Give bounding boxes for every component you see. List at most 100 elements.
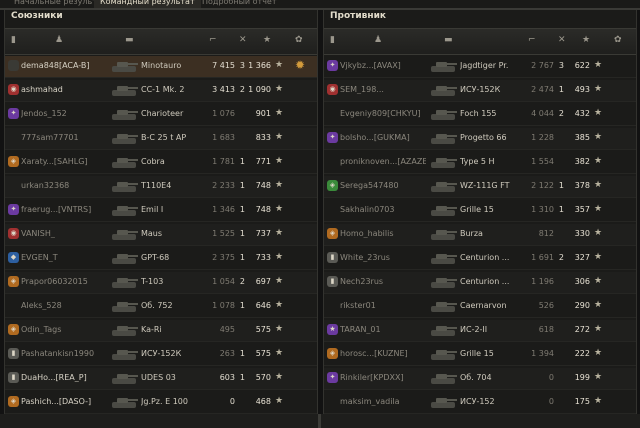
tank-icon <box>112 302 138 312</box>
player-row[interactable]: ◈ Serega547480 WZ-111G FT 2 122 1 378 ★ <box>324 176 636 198</box>
player-name[interactable]: VANISH_ <box>21 229 107 238</box>
player-name[interactable]: maksim_vadila <box>340 397 426 406</box>
player-row[interactable]: ✦ fraerug...[VNTRS] Emil I 1 346 1 748 ★ <box>5 200 317 222</box>
player-row[interactable]: Aleks_528 Об. 752 1 078 1 646 ★ <box>5 296 317 318</box>
player-icon[interactable]: ♟ <box>55 35 63 45</box>
player-name[interactable]: Sakhalin0703 <box>340 205 426 214</box>
player-row[interactable]: rikster01 Caernarvon 526 290 ★ <box>324 296 636 318</box>
player-row[interactable]: ✦ Jendos_152 Charioteer 1 076 901 ★ <box>5 104 317 126</box>
player-name[interactable]: DuaHo...[REA_P] <box>21 373 107 382</box>
player-row[interactable]: ▮ White_23rus Centurion ... 1 691 2 327 ★ <box>324 248 636 270</box>
kills-value: 3 <box>558 61 564 70</box>
vehicle-icon[interactable]: ▬ <box>125 35 134 45</box>
player-name[interactable]: Pashich...[DASO-] <box>21 397 107 406</box>
squad-icon[interactable]: ▮ <box>11 35 16 45</box>
damage-value: 495 <box>219 325 235 334</box>
damage-icon[interactable]: ⌐ <box>209 35 217 45</box>
player-name[interactable]: EVGEN_T <box>21 253 107 262</box>
player-row[interactable]: ◈ horosc...[KUZNE] Grille 15 1 394 222 ★ <box>324 344 636 366</box>
xp-value: 272 <box>574 325 590 334</box>
tab-team-results[interactable]: Командный результат <box>94 0 201 8</box>
vehicle-name: T-103 <box>141 277 164 286</box>
player-name[interactable]: Nech23rus <box>340 277 426 286</box>
player-name[interactable]: Xaraty...[SAHLG] <box>21 157 107 166</box>
bottom-scroll-area[interactable] <box>0 414 640 428</box>
player-row[interactable]: ◉ ashmahad CC-1 Mk. 2 3 413 2 1 090 ★ <box>5 80 317 102</box>
medal-header-icon[interactable]: ✿ <box>614 35 622 45</box>
player-name[interactable]: Vjkybz...[AVAX] <box>340 61 426 70</box>
player-row[interactable]: ◈ Homo_habilis Burza 812 330 ★ <box>324 224 636 246</box>
player-row[interactable]: Evgeniy809[CHKYU] Foch 155 4 044 2 432 ★ <box>324 104 636 126</box>
player-name[interactable]: dema848[ACA-B] <box>21 61 107 70</box>
player-icon[interactable]: ♟ <box>374 35 382 45</box>
player-row[interactable]: ◉ VANISH_ Maus 1 525 1 737 ★ <box>5 224 317 246</box>
player-name[interactable]: SEM_198... <box>340 85 426 94</box>
player-row[interactable]: ★ TARAN_01 ИС-2-II 618 272 ★ <box>324 320 636 342</box>
damage-icon[interactable]: ⌐ <box>528 35 536 45</box>
vehicle-name: ИСУ-152 <box>460 397 495 406</box>
player-row[interactable]: ◈ Prapor06032015 T-103 1 054 2 697 ★ <box>5 272 317 294</box>
clan-badge-icon: ▮ <box>8 372 19 383</box>
allies-column-header: ▮ ♟ ▬ ⌐ ✕ ★ ✿ <box>5 28 317 55</box>
player-name[interactable]: fraerug...[VNTRS] <box>21 205 107 214</box>
player-row[interactable]: urkan32368 T110E4 2 233 1 748 ★ <box>5 176 317 198</box>
player-name[interactable]: Pashatankisn1990 <box>21 349 107 358</box>
player-row[interactable]: ▮ Pashatankisn1990 ИСУ-152К 263 1 575 ★ <box>5 344 317 366</box>
player-row[interactable]: ✦ Rinkiler[KPDXX] Об. 704 0 199 ★ <box>324 368 636 390</box>
star-icon: ★ <box>594 108 603 118</box>
kills-icon[interactable]: ✕ <box>558 35 566 45</box>
player-name[interactable]: White_23rus <box>340 253 426 262</box>
player-row[interactable]: ▮ Nech23rus Centurion ... 1 196 306 ★ <box>324 272 636 294</box>
player-name[interactable]: ashmahad <box>21 85 107 94</box>
player-name[interactable]: bolsho...[GUKMA] <box>340 133 426 142</box>
player-name[interactable]: 777sam77701 <box>21 133 107 142</box>
vehicle-name: UDES 03 <box>141 373 176 382</box>
kills-icon[interactable]: ✕ <box>239 35 247 45</box>
star-icon: ★ <box>275 228 284 238</box>
player-row[interactable]: proniknoven...[AZAZE] Type 5 H 1 554 382 ★ <box>324 152 636 174</box>
player-name[interactable]: Homo_habilis <box>340 229 426 238</box>
xp-star-icon[interactable]: ★ <box>263 35 271 45</box>
squad-icon[interactable]: ▮ <box>330 35 335 45</box>
player-row[interactable]: ▮ DuaHo...[REA_P] UDES 03 603 1 570 ★ <box>5 368 317 390</box>
damage-value: 1 683 <box>212 133 235 142</box>
player-row[interactable]: ◈ Odin_Tags Ka-Ri 495 575 ★ <box>5 320 317 342</box>
player-row[interactable]: maksim_vadila ИСУ-152 0 175 ★ <box>324 392 636 414</box>
player-name[interactable]: Aleks_528 <box>21 301 107 310</box>
vehicle-icon[interactable]: ▬ <box>444 35 453 45</box>
tank-icon <box>431 398 457 408</box>
player-name[interactable]: Evgeniy809[CHKYU] <box>340 109 426 118</box>
player-row[interactable]: dema848[ACA-B] Minotauro 7 415 3 1 366 ★ ✹ <box>5 56 317 78</box>
player-name[interactable]: horosc...[KUZNE] <box>340 349 426 358</box>
player-name[interactable]: proniknoven...[AZAZE] <box>340 157 426 166</box>
player-name[interactable]: Prapor06032015 <box>21 277 107 286</box>
clan-badge-icon: ◈ <box>8 396 19 407</box>
player-name[interactable]: TARAN_01 <box>340 325 426 334</box>
player-name[interactable]: Jendos_152 <box>21 109 107 118</box>
player-name[interactable]: rikster01 <box>340 301 426 310</box>
player-row[interactable]: ◆ EVGEN_T GPT-68 2 375 1 733 ★ <box>5 248 317 270</box>
player-name[interactable]: Odin_Tags <box>21 325 107 334</box>
star-icon: ★ <box>594 60 603 70</box>
player-row[interactable]: ◈ Pashich...[DASO-] Jg.Pz. E 100 0 468 ★ <box>5 392 317 414</box>
player-row[interactable]: ✦ bolsho...[GUKMA] Progetto 66 1 228 385 ★ <box>324 128 636 150</box>
player-row[interactable]: ◈ Xaraty...[SAHLG] Cobra 1 781 1 771 ★ <box>5 152 317 174</box>
star-icon: ★ <box>594 372 603 382</box>
player-row[interactable]: 777sam77701 B-C 25 t AP 1 683 833 ★ <box>5 128 317 150</box>
xp-value: 175 <box>574 397 590 406</box>
player-name[interactable]: Serega547480 <box>340 181 426 190</box>
player-row[interactable]: ◉ SEM_198... ИСУ-152К 2 474 1 493 ★ <box>324 80 636 102</box>
clan-badge-icon: ◆ <box>8 252 19 263</box>
enemies-title: Противник <box>330 11 387 21</box>
vehicle-name: WZ-111G FT <box>460 181 510 190</box>
player-row[interactable]: Sakhalin0703 Grille 15 1 310 1 357 ★ <box>324 200 636 222</box>
star-icon: ★ <box>275 324 284 334</box>
xp-star-icon[interactable]: ★ <box>582 35 590 45</box>
clan-badge-icon: ▮ <box>327 252 338 263</box>
player-row[interactable]: ✦ Vjkybz...[AVAX] Jagdtiger Pr. 2 767 3 622 ★ <box>324 56 636 78</box>
medal-icon[interactable]: ✹ <box>295 58 305 72</box>
player-name[interactable]: urkan32368 <box>21 181 107 190</box>
player-name[interactable]: Rinkiler[KPDXX] <box>340 373 426 382</box>
tab-detailed-report[interactable]: Подробный отчет <box>196 0 283 8</box>
medal-header-icon[interactable]: ✿ <box>295 35 303 45</box>
